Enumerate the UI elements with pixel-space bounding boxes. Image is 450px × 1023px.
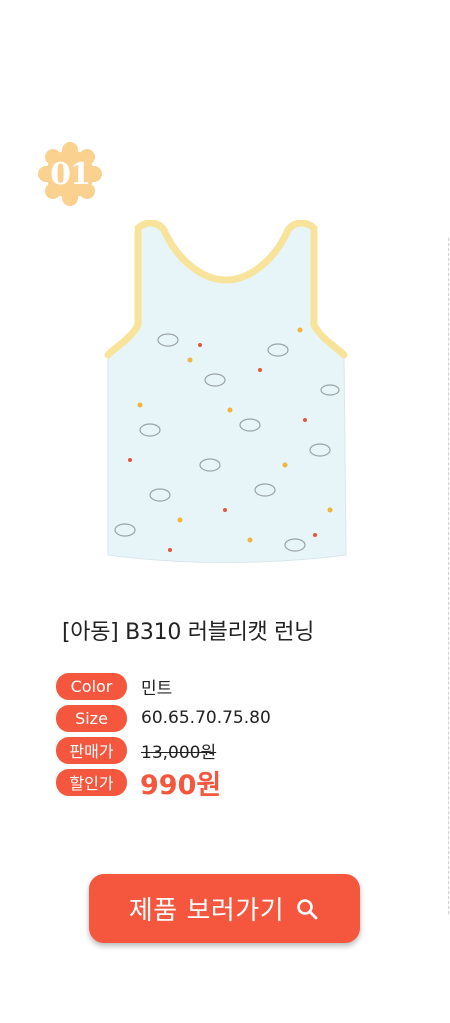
view-product-button-label: 제품 보러가기 bbox=[128, 896, 285, 926]
tank-top-illustration bbox=[104, 220, 348, 563]
item-number-badge: 01 bbox=[36, 140, 104, 208]
spec-row-size: Size 60.65.70.75.80 bbox=[56, 702, 416, 734]
badge-number: 01 bbox=[50, 156, 91, 192]
spec-row-list-price: 판매가 13,000원 bbox=[56, 734, 416, 766]
spec-value-size: 60.65.70.75.80 bbox=[141, 708, 271, 728]
product-title: [아동] B310 러블리캣 런닝 bbox=[62, 620, 315, 645]
view-product-button[interactable]: 제품 보러가기 bbox=[89, 874, 360, 943]
spec-value-sale-price: 990원 bbox=[140, 769, 222, 801]
spec-value-color: 민트 bbox=[141, 678, 173, 699]
spec-label-size: Size bbox=[56, 704, 127, 732]
spec-value-list-price: 13,000원 bbox=[141, 742, 217, 763]
spec-label-list-price: 판매가 bbox=[56, 736, 127, 764]
spec-label-color: Color bbox=[56, 672, 127, 700]
product-spec-list: Color 민트 Size 60.65.70.75.80 판매가 13,000원… bbox=[56, 670, 416, 801]
spec-label-sale-price: 할인가 bbox=[56, 768, 127, 796]
spec-row-sale-price: 할인가 990원 bbox=[56, 766, 416, 801]
section-divider bbox=[448, 238, 449, 914]
search-icon bbox=[294, 896, 320, 922]
product-image[interactable] bbox=[100, 220, 352, 570]
spec-row-color: Color 민트 bbox=[56, 670, 416, 702]
